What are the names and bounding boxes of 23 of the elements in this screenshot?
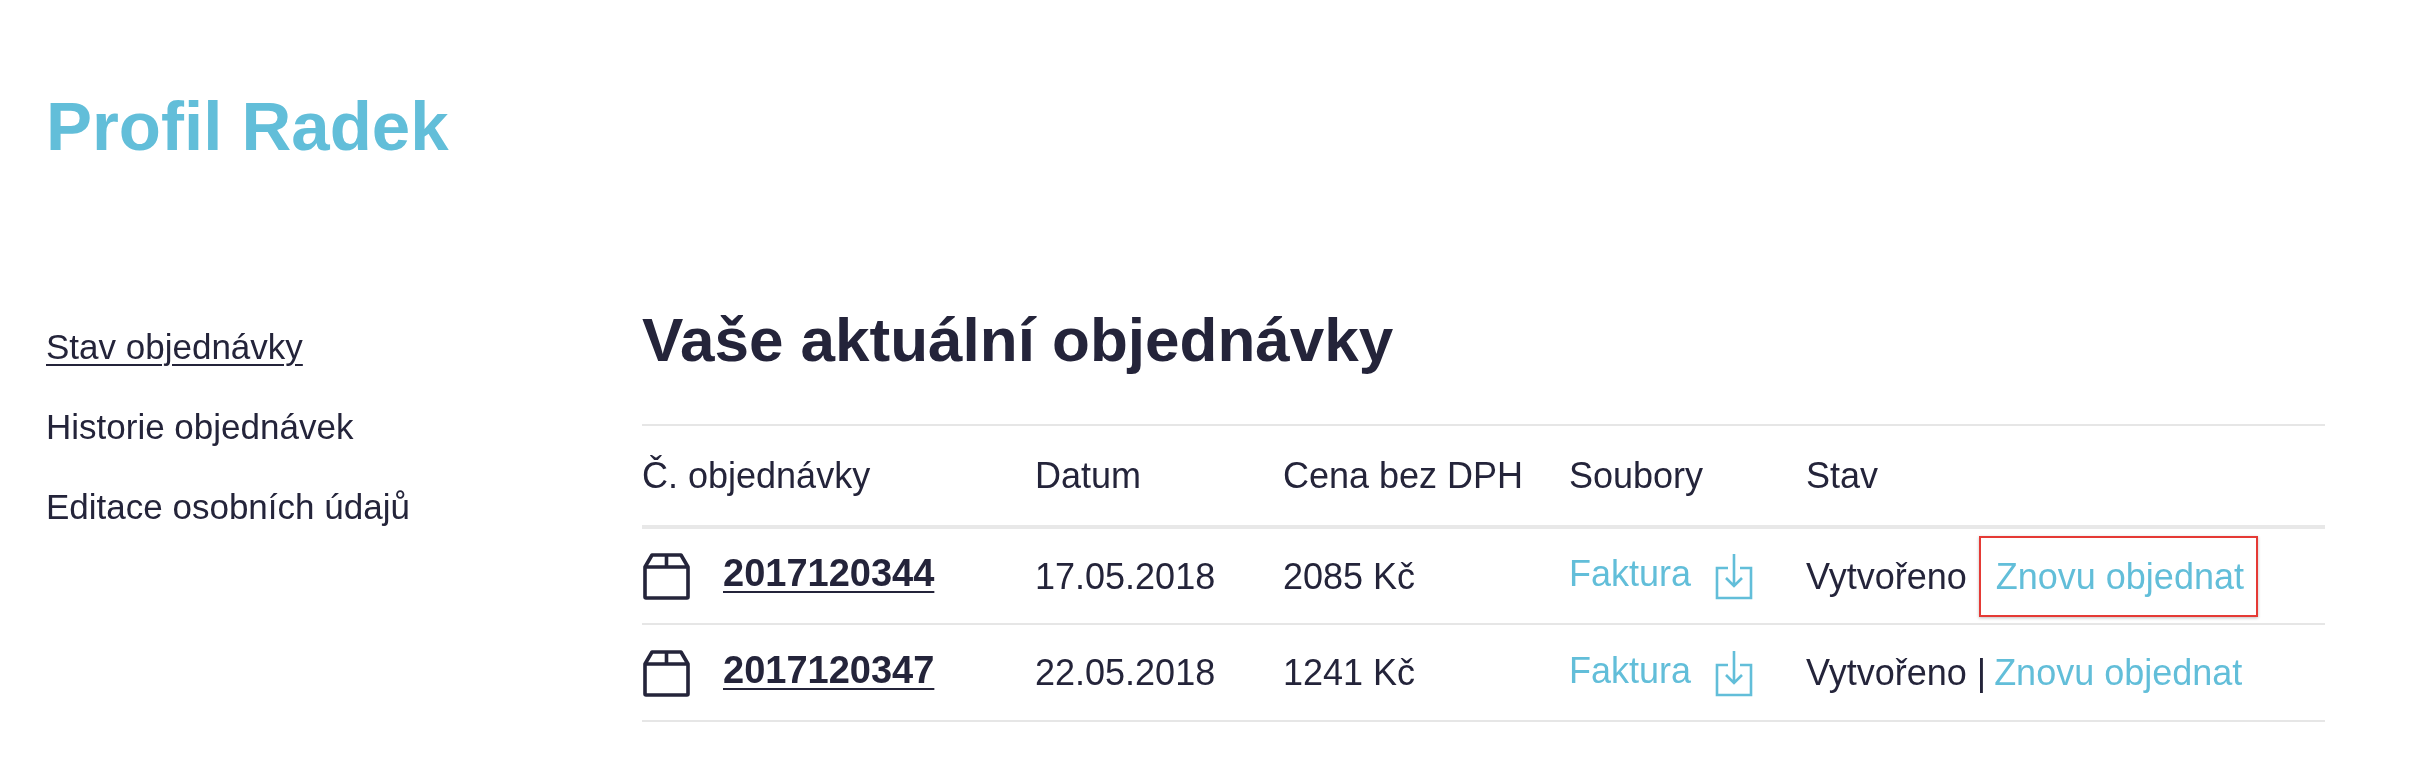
package-icon	[642, 648, 691, 698]
download-icon	[1715, 553, 1754, 601]
status-text: Vytvořeno	[1806, 555, 1967, 597]
column-header: Soubory	[1569, 455, 1704, 497]
sidebar-link[interactable]: Editace osobních údajů	[46, 466, 410, 547]
date-text: 22.05.2018	[1035, 652, 1216, 694]
column-header: Č. objednávky	[642, 455, 871, 497]
price-text: 1241 Kč	[1283, 652, 1416, 694]
column-header: Cena bez DPH	[1283, 455, 1524, 497]
section-heading: Vaše aktuální objednávky	[642, 303, 1394, 376]
separator-text: |	[1976, 652, 1987, 694]
column-header: Datum	[1035, 455, 1142, 497]
status-text: Vytvořeno	[1806, 652, 1967, 694]
date-text: 17.05.2018	[1035, 555, 1216, 597]
order-number-link[interactable]: 2017120347	[723, 648, 935, 691]
page-title: Profil Radek	[46, 87, 449, 167]
package-icon	[642, 552, 691, 602]
column-header: Stav	[1806, 455, 1879, 497]
sidebar-link[interactable]: Stav objednávky	[46, 306, 303, 387]
download-icon	[1715, 649, 1754, 697]
price-text: 2085 Kč	[1283, 555, 1416, 597]
order-number-link[interactable]: 2017120344	[723, 552, 935, 595]
sidebar-link[interactable]: Historie objednávek	[46, 386, 354, 467]
